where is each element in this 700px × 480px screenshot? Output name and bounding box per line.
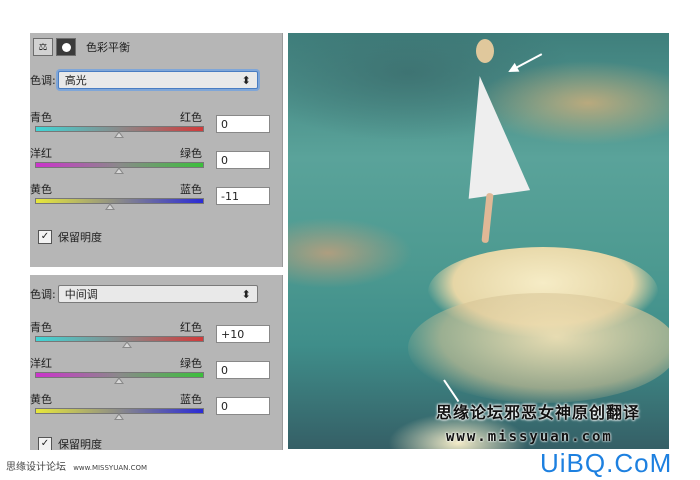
yellow-blue-slider[interactable]: 黄色 蓝色 -11 xyxy=(30,181,282,217)
slider-value-field[interactable]: 0 xyxy=(216,397,270,415)
slider-label-right: 绿色 xyxy=(180,357,202,370)
preserve-luminosity[interactable]: ✓ 保留明度 xyxy=(38,229,102,245)
tone-row: 色调: 高光 ⬍ xyxy=(30,71,258,89)
slider-label-right: 红色 xyxy=(180,111,202,124)
footer-site-url: www.MISSYUAN.COM xyxy=(73,464,148,472)
footer-site-name: 思缘设计论坛 xyxy=(6,462,66,473)
tone-select-value: 中间调 xyxy=(64,288,98,301)
watermark-url: www.missyuan.com xyxy=(446,429,613,445)
preserve-luminosity[interactable]: ✓ 保留明度 xyxy=(38,436,102,450)
slider-thumb[interactable] xyxy=(113,131,124,138)
yellow-blue-slider[interactable]: 黄色 蓝色 0 xyxy=(30,391,282,427)
slider-label-left: 黄色 xyxy=(30,183,52,196)
tone-select[interactable]: 高光 ⬍ xyxy=(57,71,258,89)
slider-track[interactable] xyxy=(35,336,204,342)
slider-label-right: 绿色 xyxy=(180,147,202,160)
slider-value-field[interactable]: 0 xyxy=(216,361,270,379)
figure-head xyxy=(476,39,494,63)
tone-select-value: 高光 xyxy=(64,74,87,87)
layer-mask-icon[interactable] xyxy=(56,38,76,56)
color-balance-panel-midtones: 色调: 中间调 ⬍ 青色 红色 +10 洋红 绿色 0 黄色 蓝色 0 ✓ 保留… xyxy=(30,275,283,450)
adjustment-scale-icon[interactable]: ⚖ xyxy=(33,38,53,56)
slider-thumb[interactable] xyxy=(113,413,124,420)
panel-title: 色彩平衡 xyxy=(86,41,130,54)
slider-label-left: 青色 xyxy=(30,321,52,334)
tone-label: 色调: xyxy=(30,74,56,87)
arrow-icon xyxy=(509,53,543,72)
preserve-luminosity-checkbox[interactable]: ✓ xyxy=(38,437,52,450)
cyan-red-slider[interactable]: 青色 红色 0 xyxy=(30,109,282,145)
figure-dress xyxy=(451,71,531,199)
slider-value-field[interactable]: 0 xyxy=(216,115,270,133)
preserve-luminosity-label: 保留明度 xyxy=(58,231,102,244)
slider-track[interactable] xyxy=(35,198,204,204)
slider-label-right: 红色 xyxy=(180,321,202,334)
tone-select[interactable]: 中间调 ⬍ xyxy=(57,285,258,303)
slider-label-left: 洋红 xyxy=(30,357,52,370)
site-logo: UiBQ.CoM xyxy=(540,448,673,478)
chevron-updown-icon: ⬍ xyxy=(241,287,251,301)
slider-label-right: 蓝色 xyxy=(180,183,202,196)
slider-label-left: 黄色 xyxy=(30,393,52,406)
tone-row: 色调: 中间调 ⬍ xyxy=(30,285,258,303)
cyan-red-slider[interactable]: 青色 红色 +10 xyxy=(30,319,282,355)
tone-label: 色调: xyxy=(30,288,56,301)
figure-leg xyxy=(481,192,494,244)
slider-thumb[interactable] xyxy=(113,377,124,384)
preview-photo: 思缘论坛邪恶女神原创翻译 www.missyuan.com xyxy=(288,33,669,449)
slider-thumb[interactable] xyxy=(105,203,116,210)
slider-label-left: 青色 xyxy=(30,111,52,124)
slider-label-left: 洋红 xyxy=(30,147,52,160)
footer-site: 思缘设计论坛 www.MISSYUAN.COM xyxy=(6,458,147,473)
slider-value-field[interactable]: 0 xyxy=(216,151,270,169)
color-balance-panel-highlights: ⚖ 色彩平衡 色调: 高光 ⬍ 青色 红色 0 洋红 绿色 0 黄色 蓝色 -1… xyxy=(30,33,283,267)
preserve-luminosity-checkbox[interactable]: ✓ xyxy=(38,230,52,244)
preserve-luminosity-label: 保留明度 xyxy=(58,438,102,450)
panel-header: ⚖ 色彩平衡 xyxy=(30,33,282,61)
slider-value-field[interactable]: -11 xyxy=(216,187,270,205)
magenta-green-slider[interactable]: 洋红 绿色 0 xyxy=(30,145,282,181)
chevron-updown-icon: ⬍ xyxy=(241,73,251,87)
magenta-green-slider[interactable]: 洋红 绿色 0 xyxy=(30,355,282,391)
slider-thumb[interactable] xyxy=(113,167,124,174)
slider-label-right: 蓝色 xyxy=(180,393,202,406)
slider-thumb[interactable] xyxy=(121,341,132,348)
watermark-text: 思缘论坛邪恶女神原创翻译 xyxy=(436,403,641,422)
slider-value-field[interactable]: +10 xyxy=(216,325,270,343)
